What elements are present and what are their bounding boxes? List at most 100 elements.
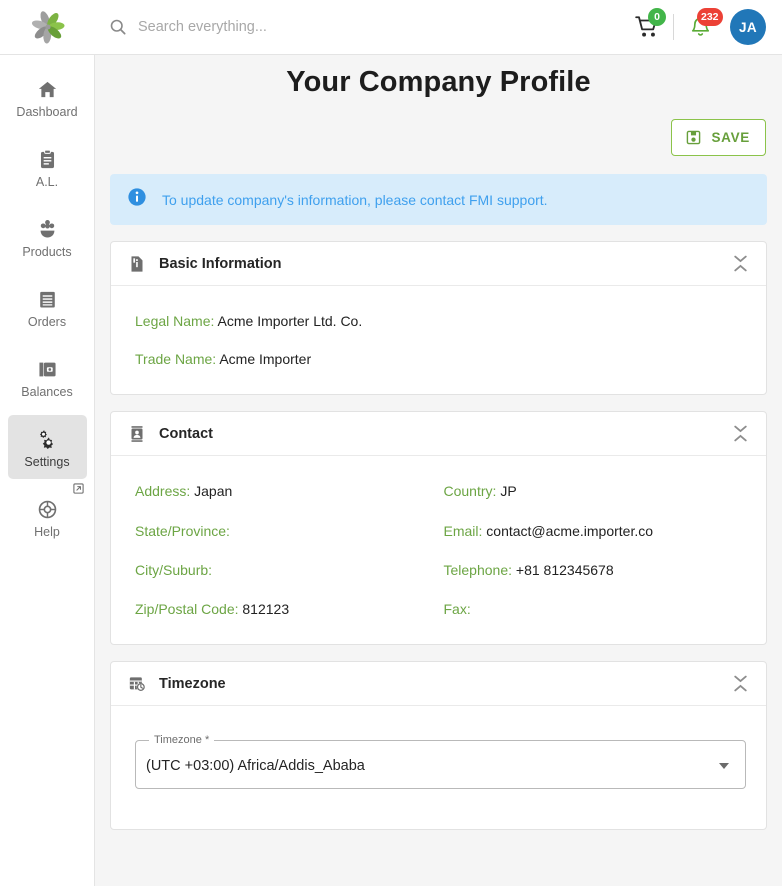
sidebar-label-orders: Orders xyxy=(27,315,67,329)
lifebuoy-icon xyxy=(36,496,59,522)
contact-card-icon xyxy=(127,424,147,444)
chevron-up-icon xyxy=(733,684,747,692)
field-label-state-province: State/Province: xyxy=(135,522,230,539)
info-circle-icon xyxy=(126,186,148,213)
field-value-zip-postal-code: 812123 xyxy=(242,600,290,617)
search-container[interactable] xyxy=(95,17,626,37)
field-label-country: Country: xyxy=(443,483,497,500)
notifications-button[interactable]: 232 xyxy=(679,7,723,47)
card-timezone: Timezone Timezone * (UTC +03:00) Africa/… xyxy=(110,661,767,831)
field-email: Email: contact@acme.importer.co xyxy=(444,522,745,540)
save-button-label: SAVE xyxy=(711,130,750,145)
logo-container[interactable] xyxy=(0,10,95,44)
info-alert: To update company's information, please … xyxy=(110,174,767,225)
field-value-country: JP xyxy=(500,483,517,500)
card-title-timezone: Timezone xyxy=(159,675,226,692)
sidebar-item-dashboard[interactable]: Dashboard xyxy=(8,65,87,129)
collapse-toggle-contact[interactable] xyxy=(727,419,753,449)
card-header-timezone: Timezone xyxy=(111,662,766,707)
field-label-fax: Fax: xyxy=(443,600,471,617)
cart-button[interactable]: 0 xyxy=(626,7,668,47)
save-disk-icon xyxy=(687,130,701,145)
gears-icon xyxy=(35,426,59,452)
sidebar-item-settings[interactable]: Settings xyxy=(7,415,87,479)
save-button[interactable]: SAVE xyxy=(671,119,766,156)
calendar-clock-icon xyxy=(127,674,147,694)
app-root: 0 232 JA Dashboard xyxy=(0,0,782,886)
field-value-address: Japan xyxy=(194,483,233,500)
field-label-city-suburb: City/Suburb: xyxy=(135,561,213,578)
save-button-row: SAVE xyxy=(95,99,782,156)
cart-badge: 0 xyxy=(648,8,666,26)
chevron-down-icon xyxy=(733,675,747,683)
home-icon xyxy=(36,76,59,102)
field-label-legal-name: Legal Name: xyxy=(135,313,215,329)
sidebar-item-balances[interactable]: Balances xyxy=(8,345,87,409)
card-title-basic-information: Basic Information xyxy=(159,255,282,272)
timezone-select-legend: Timezone * xyxy=(154,734,210,747)
timezone-select-outline: Timezone * (UTC +03:00) Africa/Addis_Aba… xyxy=(135,734,746,790)
timezone-select[interactable]: Timezone * (UTC +03:00) Africa/Addis_Aba… xyxy=(135,734,746,790)
field-legal-name: Legal Name: Acme Importer Ltd. Co. xyxy=(135,312,744,330)
field-label-trade-name: Trade Name: xyxy=(135,351,217,368)
sidebar-label-balances: Balances xyxy=(21,385,73,399)
field-value-legal-name: Acme Importer Ltd. Co. xyxy=(217,313,363,329)
chevron-down-icon xyxy=(733,426,747,433)
notifications-badge: 232 xyxy=(697,8,723,26)
sidebar-item-products[interactable]: Products xyxy=(8,205,87,269)
sidebar-label-settings: Settings xyxy=(24,455,70,469)
field-label-telephone: Telephone: xyxy=(443,561,513,578)
receipt-icon xyxy=(36,286,59,312)
field-city-suburb: City/Suburb: xyxy=(135,561,436,579)
card-body-timezone: Timezone * (UTC +03:00) Africa/Addis_Aba… xyxy=(111,706,766,829)
sidebar-item-orders[interactable]: Orders xyxy=(8,275,87,339)
chevron-up-icon xyxy=(733,435,747,442)
card-header-basic-information: Basic Information xyxy=(111,242,766,286)
field-state-province: State/Province: xyxy=(135,522,436,540)
avatar[interactable]: JA xyxy=(730,9,766,45)
search-input[interactable] xyxy=(138,19,568,35)
card-header-contact: Contact xyxy=(111,412,766,457)
field-telephone: Telephone: +81 812345678 xyxy=(444,561,745,579)
wallet-icon xyxy=(36,356,59,382)
top-bar-actions: 0 232 JA xyxy=(626,7,782,47)
sidebar: Dashboard A.L. Products Orders Balances … xyxy=(0,55,95,886)
card-title-contact: Contact xyxy=(159,425,213,442)
contact-fields-grid: Address: Japan Country: JP State/Provinc… xyxy=(135,482,744,618)
search-icon xyxy=(110,19,126,35)
collapse-toggle-timezone[interactable] xyxy=(727,669,753,699)
field-country: Country: JP xyxy=(444,482,745,500)
field-label-address: Address: xyxy=(135,483,191,500)
chevron-up-icon xyxy=(733,264,747,272)
field-value-trade-name: Acme Importer xyxy=(219,351,312,368)
chevron-down-icon xyxy=(733,255,747,263)
card-body-basic-information: Legal Name: Acme Importer Ltd. Co. Trade… xyxy=(111,286,766,394)
card-basic-information: Basic Information Legal Name: Acme Impor… xyxy=(110,241,767,396)
document-info-icon xyxy=(127,254,147,274)
flower-product-icon xyxy=(36,216,59,242)
toolbar-divider xyxy=(673,14,674,40)
sidebar-label-products: Products xyxy=(22,245,72,259)
field-trade-name: Trade Name: Acme Importer xyxy=(135,350,744,368)
field-value-email: contact@acme.importer.co xyxy=(486,522,654,539)
field-label-email: Email: xyxy=(443,522,483,539)
field-fax: Fax: xyxy=(444,600,745,618)
field-zip-postal-code: Zip/Postal Code: 812123 xyxy=(135,600,436,618)
timezone-select-value: (UTC +03:00) Africa/Addis_Ababa xyxy=(146,758,365,775)
sidebar-label-al: A.L. xyxy=(35,175,59,189)
card-body-contact: Address: Japan Country: JP State/Provinc… xyxy=(111,456,766,644)
sidebar-item-al[interactable]: A.L. xyxy=(8,135,87,199)
company-logo xyxy=(31,11,65,44)
top-bar: 0 232 JA xyxy=(0,0,782,55)
page-title: Your Company Profile xyxy=(286,66,591,98)
chevron-down-icon[interactable] xyxy=(719,763,729,770)
card-contact: Contact Address: Japan Country: JP State… xyxy=(110,411,767,646)
field-label-zip-postal-code: Zip/Postal Code: xyxy=(135,600,239,617)
info-alert-text: To update company's information, please … xyxy=(162,191,548,208)
sidebar-item-help[interactable]: Help xyxy=(8,483,87,549)
main-content: Your Company Profile SAVE To update comp… xyxy=(95,55,782,886)
sidebar-label-dashboard: Dashboard xyxy=(16,105,78,119)
clipboard-icon xyxy=(36,146,59,172)
sidebar-label-help: Help xyxy=(34,525,60,539)
collapse-toggle-basic-information[interactable] xyxy=(727,249,753,279)
